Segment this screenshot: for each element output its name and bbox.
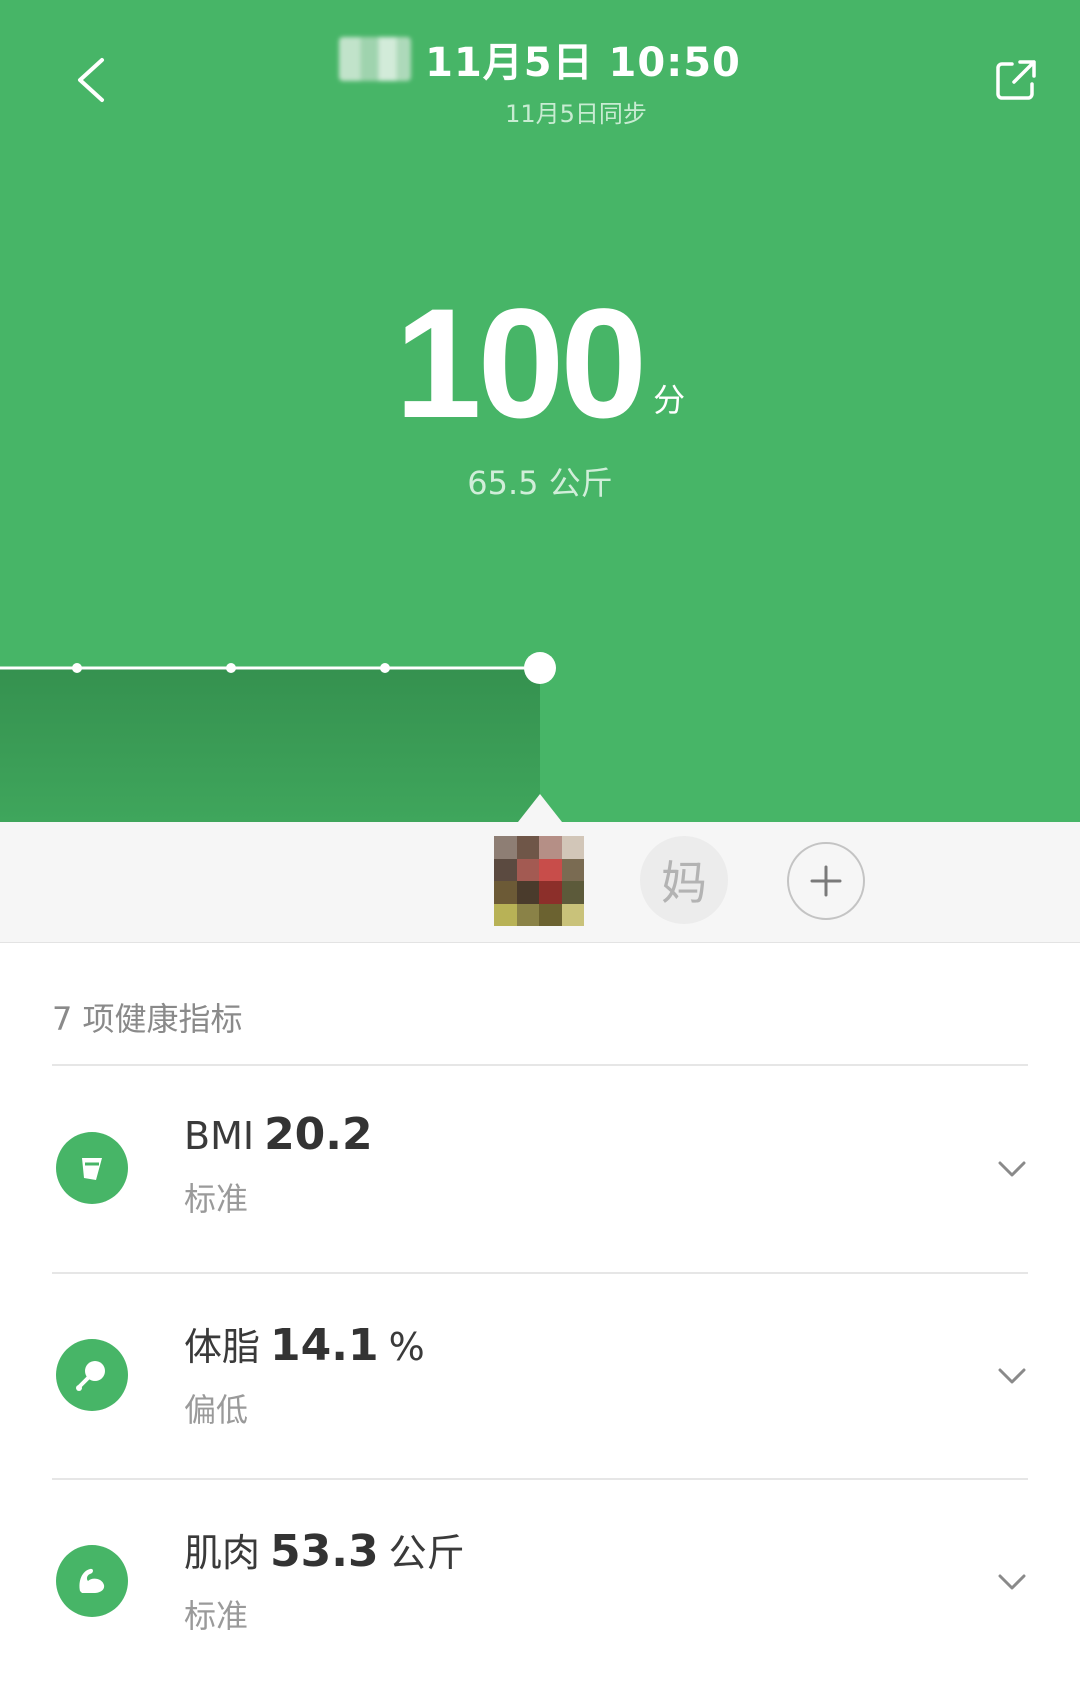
metric-label: BMI [184,1114,255,1158]
trend-point[interactable] [72,663,82,673]
plus-icon [810,865,842,897]
chevron-down-icon[interactable] [994,1570,1030,1594]
metric-status: 偏低 [184,1391,249,1429]
trend-point[interactable] [226,663,236,673]
metric-label: 肌肉 [184,1531,261,1575]
score-unit: 分 [653,381,686,419]
blurred-username [339,37,412,81]
metric-status: 标准 [184,1597,249,1635]
metric-row-muscle[interactable]: 肌肉 53.3 公斤 标准 [0,1480,1080,1685]
measurement-time: 11月5日 10:50 [425,40,741,86]
divider [52,1064,1028,1066]
metric-row-body-fat[interactable]: 体脂 14.1 % 偏低 [0,1274,1080,1479]
metric-value: 14.1 [270,1320,379,1371]
user-avatar-mom[interactable]: 妈 [640,836,728,924]
score-trend-chart[interactable] [0,620,1080,822]
sync-status: 11月5日同步 [505,100,647,128]
score-header: 11月5日 10:50 11月5日同步 100 分 65.5 公斤 [0,0,1080,822]
user-initial: 妈 [661,856,707,910]
metric-unit: 公斤 [388,1531,465,1575]
chevron-down-icon[interactable] [994,1364,1030,1388]
metric-status: 标准 [184,1180,249,1218]
share-button[interactable] [986,50,1046,110]
trend-area [0,668,540,822]
metric-label: 体脂 [184,1325,261,1369]
trend-point[interactable] [380,663,390,673]
body-weight: 65.5 公斤 [467,464,613,502]
metrics-section-title: 7 项健康指标 [52,1000,243,1038]
current-user-avatar[interactable] [494,836,584,926]
metric-unit: % [388,1325,425,1369]
trend-point-selected[interactable] [524,652,556,684]
metric-value: 20.2 [264,1109,373,1160]
bmi-icon [56,1132,128,1204]
metric-value: 53.3 [270,1526,379,1577]
muscle-icon [56,1545,128,1617]
title-block: 11月5日 10:50 11月5日同步 [0,30,1080,129]
body-fat-icon [56,1339,128,1411]
score-display: 100 分 [0,286,1080,442]
health-score: 100 [394,277,647,451]
chevron-down-icon[interactable] [994,1157,1030,1181]
selection-pointer [518,794,562,822]
share-icon [996,60,1036,100]
add-user-button[interactable] [787,842,865,920]
metric-row-bmi[interactable]: BMI 20.2 标准 [0,1067,1080,1272]
